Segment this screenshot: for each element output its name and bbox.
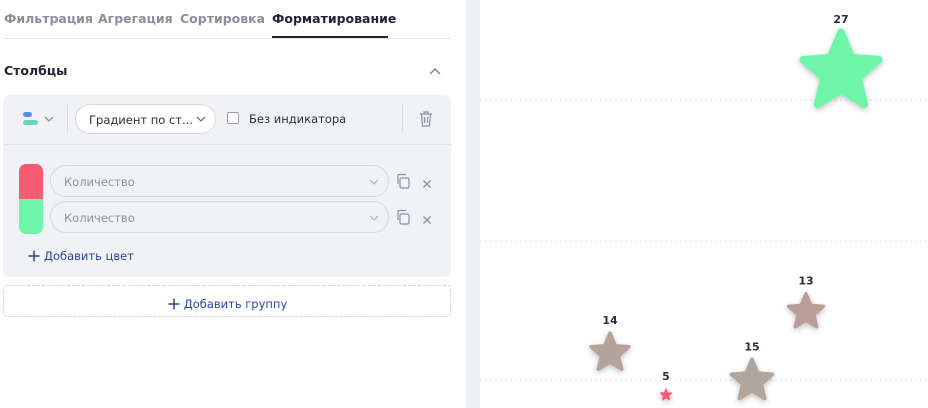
color-swatch-low[interactable] [19, 164, 43, 199]
settings-panel: Фильтрация Агрегация Сортировка Форматир… [0, 0, 466, 408]
no-indicator-checkbox[interactable] [227, 112, 239, 124]
add-color-button[interactable]: Добавить цвет [27, 245, 134, 263]
indicator-type-dropdown[interactable] [21, 108, 61, 130]
active-tab-indicator [272, 36, 388, 38]
star-chart: 27 13 14 15 5 [480, 13, 928, 401]
tab-formatting[interactable]: Форматирование [272, 11, 396, 26]
trash-icon [420, 111, 432, 127]
collapse-button[interactable] [424, 62, 446, 80]
color-field-select[interactable]: Количество [50, 165, 389, 197]
add-color-label: Добавить цвет [44, 248, 134, 263]
add-group-button[interactable]: Добавить группу [3, 285, 451, 317]
star-point[interactable] [729, 357, 775, 401]
field-value: Количество [64, 211, 135, 225]
chevron-down-icon [196, 116, 206, 122]
copy-button[interactable] [395, 209, 411, 225]
chevron-down-icon [369, 215, 379, 221]
star-point[interactable] [589, 331, 631, 371]
data-label: 27 [833, 13, 848, 26]
separator [402, 104, 403, 134]
chart-area: 27 13 14 15 5 [480, 0, 928, 408]
delete-group-button[interactable] [417, 109, 435, 129]
star-point[interactable] [799, 28, 883, 108]
tab-aggregation[interactable]: Агрегация [98, 11, 173, 26]
gradient-mode-value: Градиент по ст... [89, 113, 193, 127]
field-value: Количество [64, 175, 135, 189]
tab-filtering[interactable]: Фильтрация [4, 11, 93, 26]
section-title: Столбцы [4, 63, 68, 78]
close-icon [423, 216, 431, 224]
plus-icon [28, 250, 40, 261]
plus-icon [168, 298, 180, 309]
chevron-down-icon [369, 179, 379, 185]
remove-color-button[interactable] [421, 211, 433, 224]
data-label: 5 [662, 370, 670, 383]
chevron-up-icon [429, 68, 441, 75]
star-point[interactable] [659, 388, 673, 401]
data-label: 13 [798, 275, 813, 288]
color-field-select[interactable]: Количество [50, 201, 389, 233]
add-group-label: Добавить группу [183, 296, 288, 311]
data-label: 15 [744, 341, 759, 354]
separator [67, 104, 68, 134]
group-header: Градиент по ст... Без индикатора [3, 95, 451, 145]
format-group: Градиент по ст... Без индикатора Количес… [3, 95, 451, 277]
copy-button[interactable] [395, 173, 411, 189]
close-icon [423, 180, 431, 188]
copy-icon [397, 173, 410, 189]
no-indicator-label: Без индикатора [249, 112, 347, 126]
color-swatch-high[interactable] [19, 199, 43, 234]
copy-icon [397, 209, 410, 225]
data-label: 14 [602, 314, 618, 327]
remove-color-button[interactable] [421, 175, 433, 188]
tab-bar: Фильтрация Агрегация Сортировка Форматир… [3, 0, 451, 39]
panel-splitter[interactable] [466, 0, 480, 408]
star-point[interactable] [786, 291, 826, 329]
tab-sorting[interactable]: Сортировка [180, 11, 265, 26]
bar-type-icon [23, 112, 54, 125]
gradient-mode-select[interactable]: Градиент по ст... [75, 104, 216, 134]
